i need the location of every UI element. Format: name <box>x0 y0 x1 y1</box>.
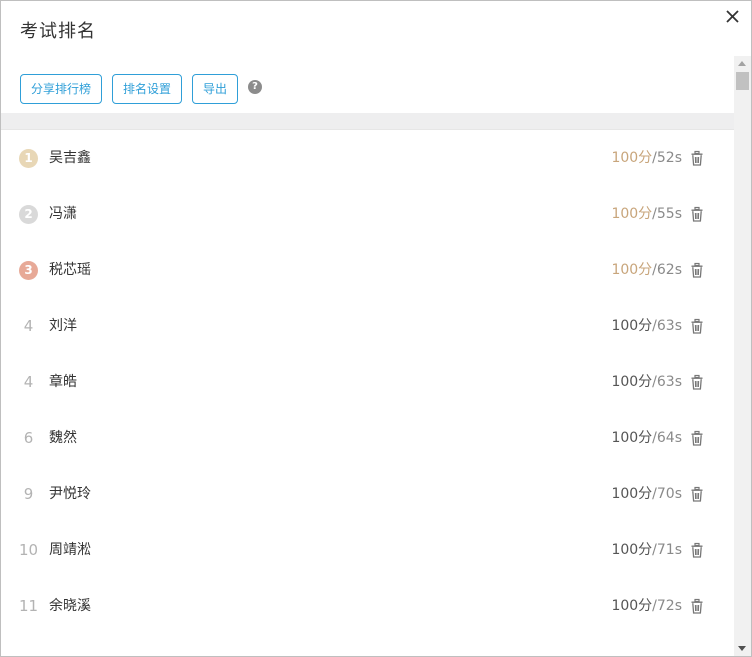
score-points: 100分 <box>611 486 653 502</box>
list-header-band <box>1 113 734 130</box>
score-and-time: 100分/55s <box>611 205 682 224</box>
time-taken: /71s <box>652 542 682 558</box>
rank-number: 6 <box>23 429 34 447</box>
score-and-time: 100分/71s <box>611 541 682 560</box>
ranking-row: 9 尹悦玲 100分/70s <box>1 466 734 522</box>
delete-trash-icon[interactable] <box>688 485 706 503</box>
rank-number: 9 <box>23 485 34 503</box>
participant-name: 尹悦玲 <box>49 486 91 502</box>
rank-medal-bronze: 3 <box>19 261 38 280</box>
delete-trash-icon[interactable] <box>688 373 706 391</box>
ranking-row: 4 刘洋 100分/63s <box>1 298 734 354</box>
score-and-time: 100分/64s <box>611 429 682 448</box>
score-points: 100分 <box>611 374 653 390</box>
close-icon[interactable] <box>723 7 743 27</box>
rank-number: 11 <box>19 597 39 615</box>
score-and-time: 100分/63s <box>611 373 682 392</box>
score-and-time: 100分/52s <box>611 149 682 168</box>
ranking-row: 10 周靖淞 100分/71s <box>1 522 734 578</box>
score-points: 100分 <box>611 318 653 334</box>
delete-trash-icon[interactable] <box>688 541 706 559</box>
score-points: 100分 <box>611 430 653 446</box>
rank-medal-gold: 1 <box>19 149 38 168</box>
delete-trash-icon[interactable] <box>688 597 706 615</box>
time-taken: /62s <box>652 262 682 278</box>
delete-trash-icon[interactable] <box>688 317 706 335</box>
ranking-row: 6 魏然 100分/64s <box>1 410 734 466</box>
time-taken: /72s <box>652 598 682 614</box>
rank-medal-silver: 2 <box>19 205 38 224</box>
delete-trash-icon[interactable] <box>688 205 706 223</box>
ranking-settings-button[interactable]: 排名设置 <box>112 74 183 104</box>
scroll-down-arrow-icon[interactable] <box>738 646 746 651</box>
score-and-time: 100分/63s <box>611 317 682 336</box>
ranking-list: 1 吴吉鑫 100分/52s 2 冯潇 100分/55s 3 税芯瑶 100分/62s 4 刘洋 10… <box>1 130 734 634</box>
score-points: 100分 <box>611 262 653 278</box>
participant-name: 税芯瑶 <box>49 262 91 278</box>
ranking-row: 1 吴吉鑫 100分/52s <box>1 130 734 186</box>
rank-number: 10 <box>19 541 39 559</box>
time-taken: /55s <box>652 206 682 222</box>
ranking-row: 11 余晓溪 100分/72s <box>1 578 734 634</box>
time-taken: /64s <box>652 430 682 446</box>
ranking-row: 3 税芯瑶 100分/62s <box>1 242 734 298</box>
score-and-time: 100分/62s <box>611 261 682 280</box>
help-icon[interactable]: ? <box>248 80 263 94</box>
time-taken: /52s <box>652 150 682 166</box>
toolbar: 分享排行榜 排名设置 导出 ? <box>20 74 263 104</box>
delete-trash-icon[interactable] <box>688 429 706 447</box>
delete-trash-icon[interactable] <box>688 261 706 279</box>
rank-number: 4 <box>23 317 34 335</box>
export-button[interactable]: 导出 <box>192 74 239 104</box>
dialog-title: 考试排名 <box>20 21 96 42</box>
rank-number: 4 <box>23 373 34 391</box>
share-leaderboard-button[interactable]: 分享排行榜 <box>20 74 103 104</box>
participant-name: 余晓溪 <box>49 598 91 614</box>
score-and-time: 100分/70s <box>611 485 682 504</box>
scroll-up-arrow-icon[interactable] <box>738 61 746 66</box>
participant-name: 周靖淞 <box>49 542 91 558</box>
participant-name: 冯潇 <box>49 206 77 222</box>
participant-name: 吴吉鑫 <box>49 150 91 166</box>
score-points: 100分 <box>611 542 653 558</box>
ranking-row: 2 冯潇 100分/55s <box>1 186 734 242</box>
ranking-dialog: 考试排名 分享排行榜 排名设置 导出 ? 1 吴吉鑫 100分/52s 2 冯潇 100分… <box>0 0 752 657</box>
score-points: 100分 <box>611 206 653 222</box>
participant-name: 魏然 <box>49 430 77 446</box>
time-taken: /70s <box>652 486 682 502</box>
vertical-scrollbar[interactable] <box>734 56 751 656</box>
scrollbar-thumb[interactable] <box>736 72 749 90</box>
participant-name: 刘洋 <box>49 318 77 334</box>
ranking-row: 4 章皓 100分/63s <box>1 354 734 410</box>
time-taken: /63s <box>652 318 682 334</box>
participant-name: 章皓 <box>49 374 77 390</box>
time-taken: /63s <box>652 374 682 390</box>
score-and-time: 100分/72s <box>611 597 682 616</box>
delete-trash-icon[interactable] <box>688 149 706 167</box>
score-points: 100分 <box>611 598 653 614</box>
score-points: 100分 <box>611 150 653 166</box>
